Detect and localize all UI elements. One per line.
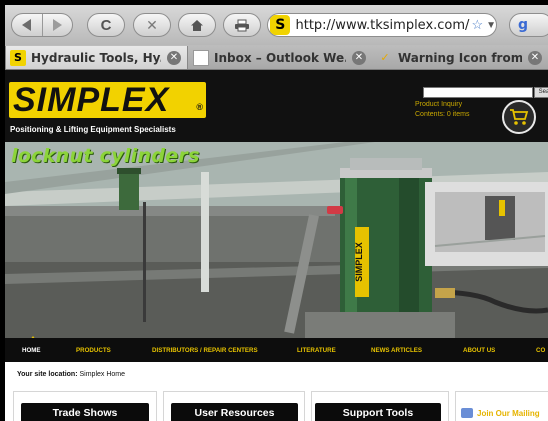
- tab-label: Hydraulic Tools, Hy...: [31, 50, 161, 65]
- tab-inbox-outlook[interactable]: Inbox – Outlook We... ✕: [189, 46, 372, 69]
- cylinder-brand-label: SIMPLEX: [354, 242, 364, 282]
- close-icon[interactable]: ✕: [352, 50, 366, 65]
- tab-bar: S Hydraulic Tools, Hy... ✕ Inbox – Outlo…: [5, 45, 548, 70]
- hero-title: locknut cylinders: [11, 145, 200, 167]
- close-icon[interactable]: ✕: [167, 50, 181, 65]
- stop-button[interactable]: ✕: [133, 13, 171, 37]
- site-header: SIMPLEX ® Positioning & Lifting Equipmen…: [5, 70, 548, 142]
- bookmark-star-icon[interactable]: ☆: [471, 17, 483, 33]
- trade-shows-button[interactable]: Trade Shows: [21, 403, 149, 421]
- nav-about-us[interactable]: ABOUT US: [463, 338, 495, 362]
- tagline: Positioning & Lifting Equipment Speciali…: [10, 125, 176, 134]
- shopping-cart-icon: [510, 109, 529, 125]
- home-icon: [191, 19, 203, 31]
- hero-banner[interactable]: SIMPLEX locknut cylinders: [5, 142, 548, 338]
- nav-literature[interactable]: LITERATURE: [297, 338, 336, 362]
- tab-warning-icon[interactable]: ✓ Warning Icon from ... ✕: [373, 46, 548, 69]
- forward-button[interactable]: [41, 14, 73, 36]
- browser-toolbar: C ✕ S http://www.tksimplex.com/ ☆ ▼ g: [5, 5, 548, 45]
- back-forward-group: [11, 13, 73, 37]
- url-text[interactable]: http://www.tksimplex.com/: [295, 18, 469, 33]
- product-inquiry-link[interactable]: Product Inquiry: [415, 101, 462, 108]
- registered-mark: ®: [196, 102, 203, 112]
- logo-text: SIMPLEX: [13, 81, 170, 119]
- cart-contents-text[interactable]: Contents: 0 items: [415, 111, 469, 118]
- back-arrow-icon: [22, 19, 32, 31]
- tab-label: Warning Icon from ...: [398, 50, 522, 65]
- mailing-list-label: Join Our Mailing: [477, 408, 540, 418]
- simplex-s-icon: S: [10, 49, 26, 66]
- forward-arrow-icon: [52, 19, 62, 31]
- nav-products[interactable]: PRODUCTS: [76, 338, 111, 362]
- checkmark-icon: ✓: [380, 51, 390, 64]
- simplex-logo[interactable]: SIMPLEX ®: [9, 82, 206, 118]
- search-engine-button[interactable]: g: [509, 13, 548, 37]
- site-search-button[interactable]: Sea: [534, 87, 548, 98]
- google-icon: g: [518, 17, 529, 33]
- site-search-input[interactable]: [423, 87, 533, 98]
- nav-news-articles[interactable]: NEWS ARTICLES: [371, 338, 422, 362]
- close-icon[interactable]: ✕: [528, 50, 542, 65]
- mailing-list-icon: [461, 408, 473, 418]
- address-bar[interactable]: S http://www.tksimplex.com/ ☆ ▼: [267, 13, 497, 37]
- url-dropdown-icon[interactable]: ▼: [486, 20, 496, 31]
- hero-photo: SIMPLEX: [5, 142, 548, 338]
- home-button[interactable]: [178, 13, 216, 37]
- back-button[interactable]: [12, 14, 42, 36]
- breadcrumb: Your site location: Simplex Home: [17, 371, 125, 378]
- join-mailing-list-link[interactable]: Join Our Mailing: [461, 408, 540, 418]
- nav-contact[interactable]: CO: [536, 338, 545, 362]
- site-identity-icon[interactable]: S: [270, 15, 291, 35]
- nav-distributors[interactable]: DISTRIBUTORS / REPAIR CENTERS: [152, 338, 258, 362]
- main-navigation: HOME PRODUCTS DISTRIBUTORS / REPAIR CENT…: [5, 338, 548, 362]
- stop-icon: ✕: [146, 16, 158, 33]
- tab-label: Inbox – Outlook We...: [214, 50, 346, 65]
- print-button[interactable]: [223, 13, 261, 37]
- cart-button[interactable]: [502, 100, 536, 134]
- reload-button[interactable]: C: [87, 13, 125, 37]
- browser-window: C ✕ S http://www.tksimplex.com/ ☆ ▼ g S …: [5, 5, 548, 421]
- breadcrumb-label: Your site location:: [17, 371, 78, 378]
- tab-hydraulic-tools[interactable]: S Hydraulic Tools, Hy... ✕: [5, 46, 188, 69]
- breadcrumb-current: Simplex Home: [79, 371, 126, 378]
- user-resources-button[interactable]: User Resources: [171, 403, 298, 421]
- support-tools-button[interactable]: Support Tools: [315, 403, 441, 421]
- print-icon: [235, 19, 249, 31]
- nav-home[interactable]: HOME: [22, 338, 41, 362]
- page-content: SIMPLEX ® Positioning & Lifting Equipmen…: [5, 70, 548, 421]
- reload-icon: C: [100, 16, 112, 34]
- document-icon: [193, 49, 209, 66]
